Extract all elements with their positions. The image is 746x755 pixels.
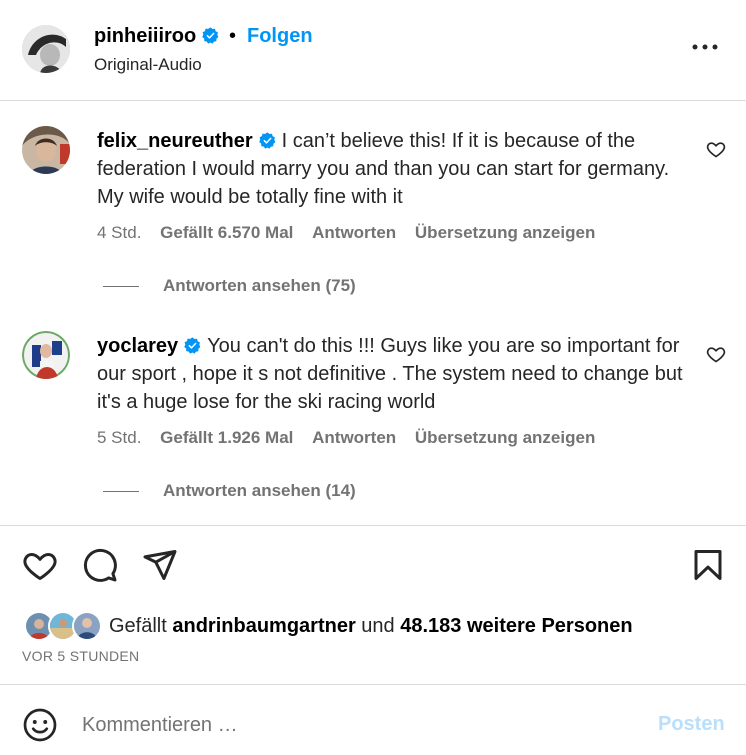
view-replies-button[interactable]: Antworten ansehen (14) [103, 481, 356, 501]
comment-username[interactable]: yoclarey [97, 335, 178, 357]
follow-button[interactable]: Folgen [247, 25, 313, 48]
author-username[interactable]: pinheiiiroo [94, 25, 219, 48]
view-replies-label[interactable]: Antworten ansehen (14) [163, 481, 356, 500]
comment-likes[interactable]: Gefällt 6.570 Mal [160, 223, 293, 242]
likes-count[interactable]: 48.183 weitere Personen [400, 615, 632, 637]
translate-button[interactable]: Übersetzung anzeigen [415, 223, 595, 242]
commenter-avatar-image [22, 126, 70, 174]
comment-input[interactable] [82, 709, 622, 741]
separator-dot: • [229, 25, 237, 47]
post-timestamp[interactable]: VOR 5 STUNDEN [22, 648, 139, 664]
post-comment-button[interactable]: Posten [658, 713, 725, 736]
replies-divider-line [103, 491, 139, 493]
comments-actions-divider [0, 525, 746, 526]
author-avatar-image [22, 25, 70, 73]
comment-text: yoclarey You can't do this !!! Guys like … [97, 332, 687, 416]
verified-badge-icon [184, 337, 201, 354]
original-audio-link[interactable]: Original-Audio [94, 55, 202, 75]
replies-divider-line [103, 286, 139, 288]
emoji-smiley-icon[interactable] [22, 707, 58, 743]
verified-badge-icon [258, 132, 275, 149]
likes-prefix: Gefällt [109, 615, 167, 637]
author-username-text[interactable]: pinheiiiroo [94, 25, 196, 47]
comment-bubble-icon[interactable] [82, 547, 118, 583]
share-send-icon[interactable] [142, 547, 178, 583]
reply-button[interactable]: Antworten [312, 223, 396, 242]
comment-like-heart-icon[interactable] [706, 344, 726, 364]
comment-username[interactable]: felix_neureuther [97, 130, 253, 152]
author-avatar[interactable] [22, 25, 70, 73]
commenter-avatar[interactable] [22, 126, 70, 174]
add-comment-bar: Posten [0, 685, 746, 755]
comment-time[interactable]: 5 Std. [97, 428, 141, 447]
liker-username[interactable]: andrinbaumgartner [172, 615, 355, 637]
liker-avatars[interactable] [24, 609, 104, 643]
like-heart-icon[interactable] [22, 547, 58, 583]
reply-button[interactable]: Antworten [312, 428, 396, 447]
likes-connector: und [361, 615, 395, 637]
view-replies-label[interactable]: Antworten ansehen (75) [163, 276, 356, 295]
comment-time[interactable]: 4 Std. [97, 223, 141, 242]
comment-meta: 5 Std. Gefällt 1.926 Mal Antworten Übers… [97, 428, 609, 448]
commenter-avatar[interactable] [22, 331, 70, 379]
verified-badge-icon [202, 27, 219, 44]
comment-likes[interactable]: Gefällt 1.926 Mal [160, 428, 293, 447]
comment-meta: 4 Std. Gefällt 6.570 Mal Antworten Übers… [97, 223, 609, 243]
liker-avatar [72, 611, 102, 641]
translate-button[interactable]: Übersetzung anzeigen [415, 428, 595, 447]
comment-like-heart-icon[interactable] [706, 139, 726, 159]
likes-text: Gefällt andrinbaumgartner und 48.183 wei… [109, 615, 633, 638]
commenter-avatar-image [22, 331, 70, 379]
save-bookmark-icon[interactable] [690, 547, 726, 583]
more-options-icon[interactable] [690, 35, 720, 59]
comment-text: felix_neureuther I can’t believe this! If… [97, 127, 687, 211]
view-replies-button[interactable]: Antworten ansehen (75) [103, 276, 356, 296]
post-header: pinheiiiroo • Folgen Original-Audio [0, 0, 746, 101]
